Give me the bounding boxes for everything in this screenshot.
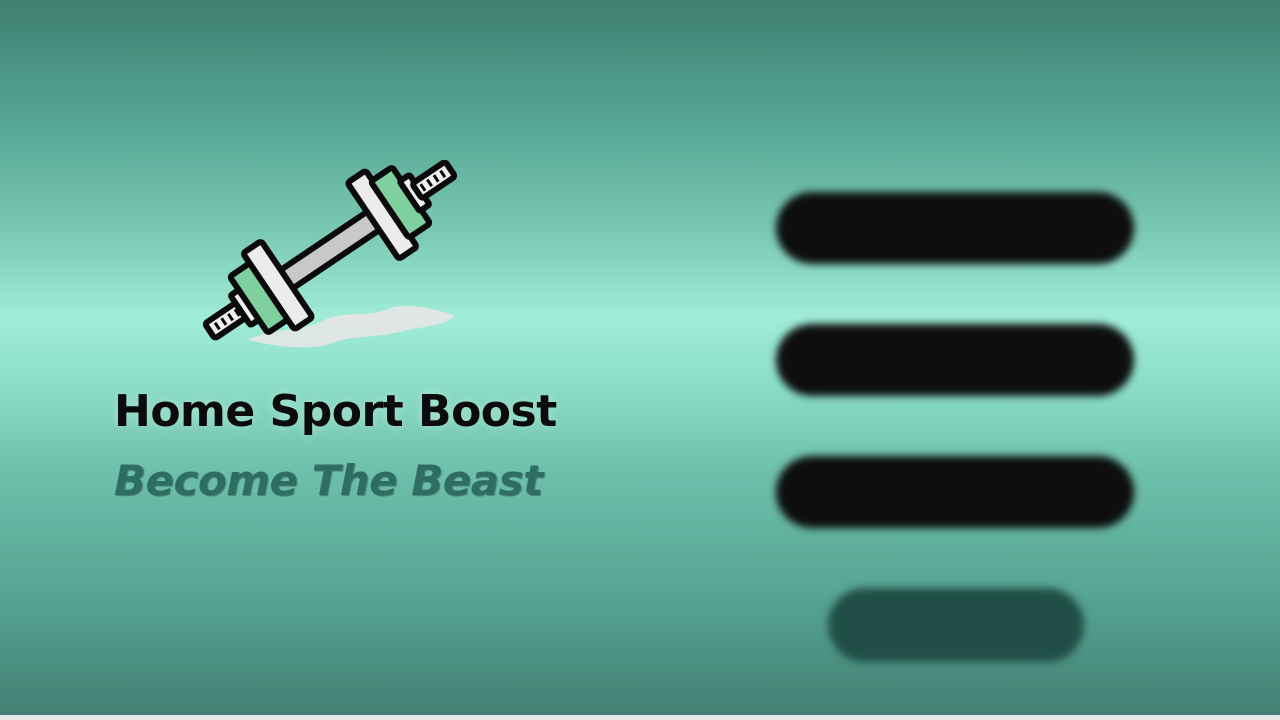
bottom-edge bbox=[0, 715, 1280, 720]
dumbbell-icon bbox=[202, 159, 458, 348]
app-logo bbox=[200, 159, 470, 360]
menu-bar bbox=[776, 456, 1134, 528]
app-tagline: Become The Beast bbox=[114, 456, 543, 505]
menu-bar bbox=[776, 324, 1134, 396]
menu-bar bbox=[776, 192, 1134, 264]
app-title: Home Sport Boost bbox=[114, 386, 557, 437]
menu-bar bbox=[828, 588, 1084, 662]
